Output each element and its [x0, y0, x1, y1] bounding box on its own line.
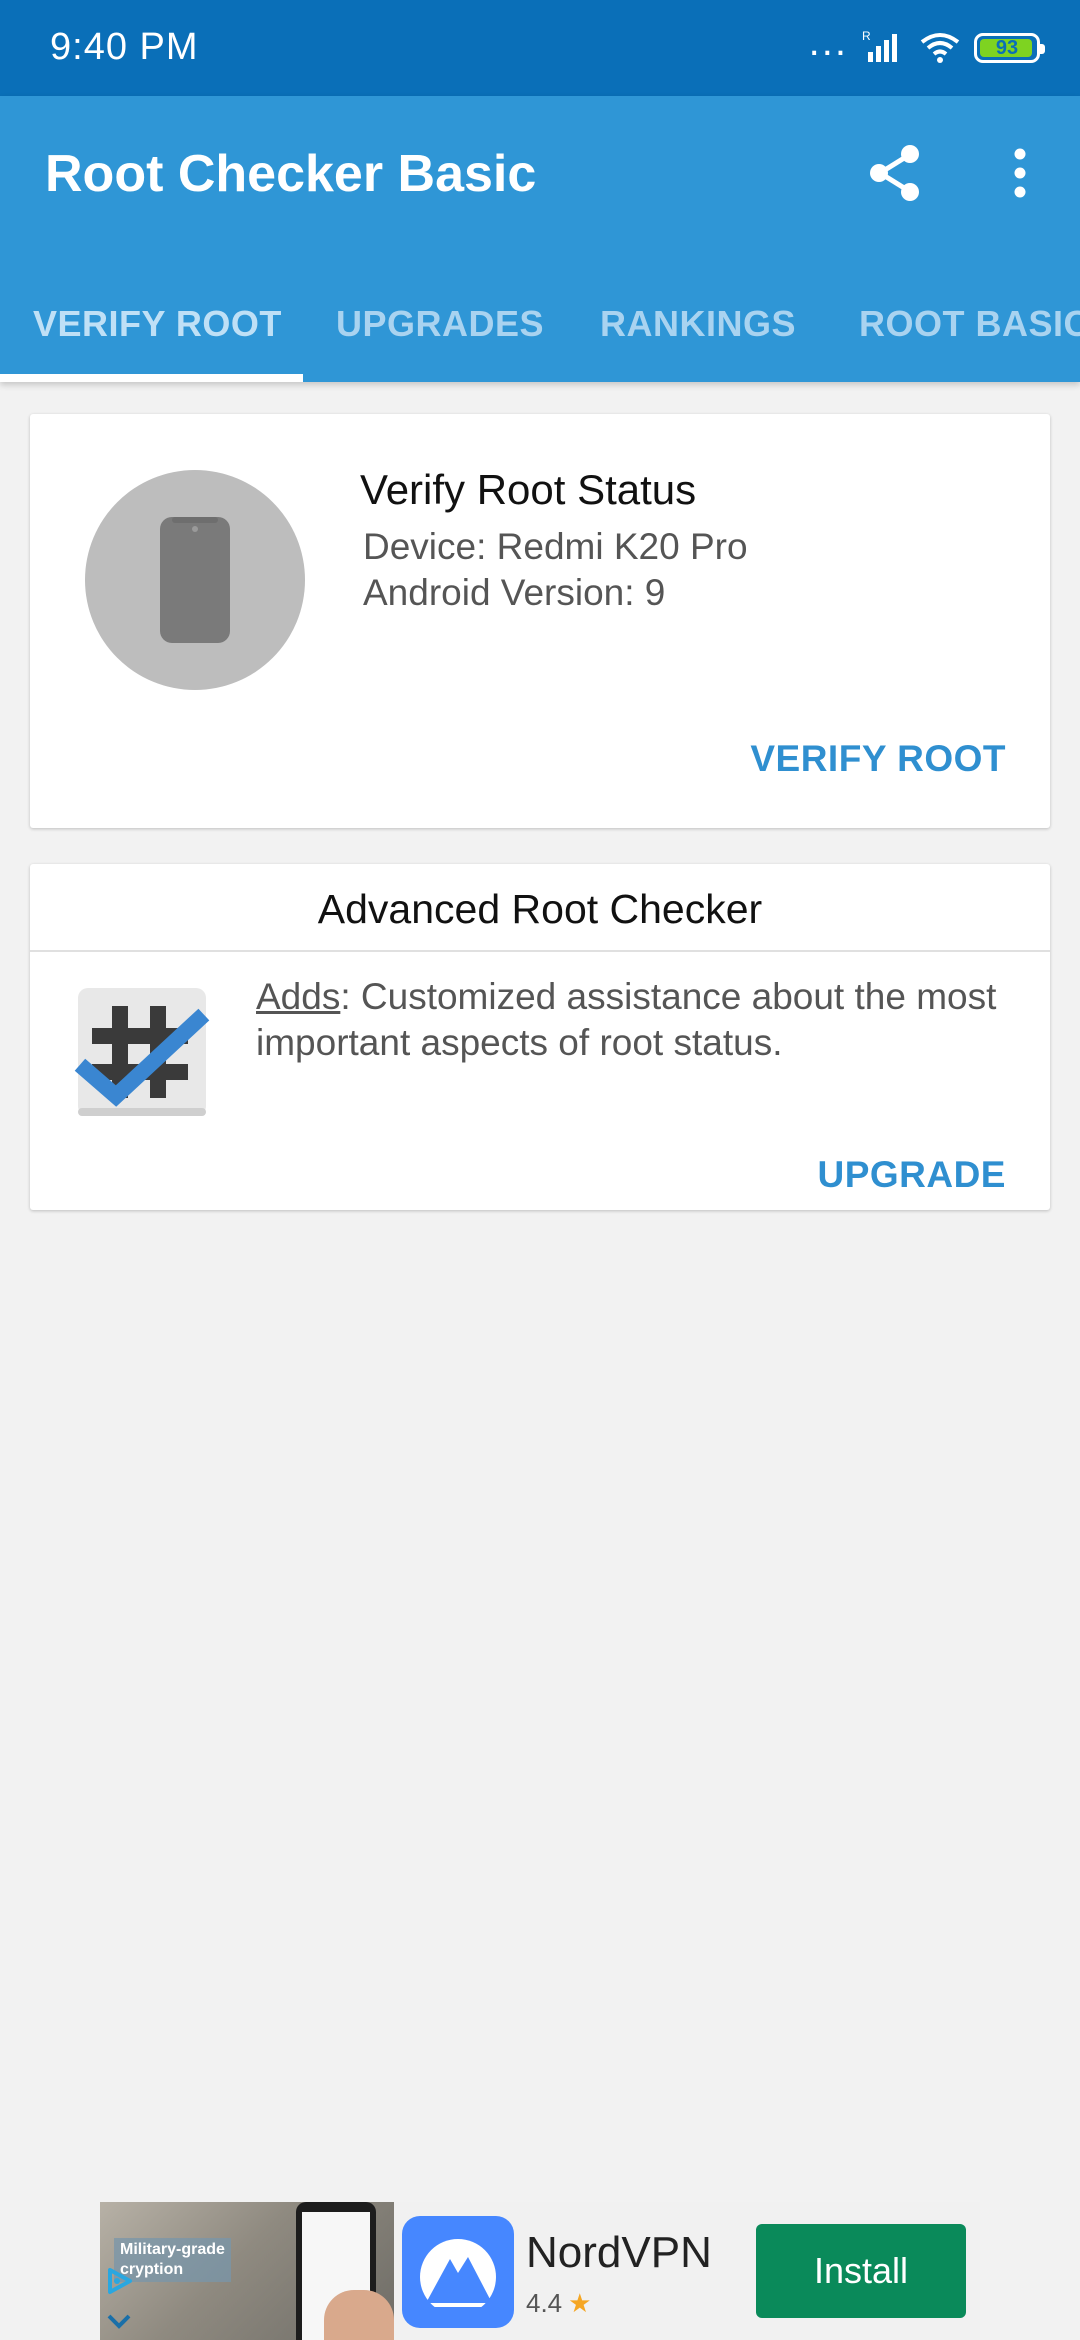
root-checker-app-icon: [74, 988, 210, 1116]
active-tab-indicator: [0, 374, 303, 382]
adds-label: Adds: [256, 976, 341, 1017]
battery-icon: 93: [974, 33, 1045, 63]
more-vert-icon: [1014, 148, 1026, 198]
android-version: Android Version: 9: [363, 572, 666, 613]
status-icons: ... R 93: [808, 20, 1045, 68]
ad-hand-graphic: [324, 2290, 394, 2340]
star-icon: ★: [568, 2288, 592, 2318]
tab-verify-root[interactable]: VERIFY ROOT: [33, 276, 282, 382]
tab-bar: VERIFY ROOT UPGRADES RANKINGS ROOT BASIC…: [0, 276, 1080, 382]
ad-rating: 4.4 ★: [526, 2288, 591, 2319]
adds-text: : Customized assistance about the most i…: [256, 976, 997, 1063]
mountain-icon: [420, 2239, 496, 2307]
nordvpn-logo[interactable]: [402, 2216, 514, 2328]
install-button[interactable]: Install: [756, 2224, 966, 2318]
ad-rating-value: 4.4: [526, 2288, 563, 2318]
wifi-icon: [920, 33, 960, 63]
ad-overlay-line1: Military-grade: [120, 2241, 225, 2258]
status-time: 9:40 PM: [50, 26, 199, 68]
ad-app-name: NordVPN: [526, 2228, 712, 2277]
share-icon: [870, 145, 919, 201]
ad-choices-icon[interactable]: [102, 2264, 136, 2298]
chevron-down-icon[interactable]: [104, 2306, 134, 2336]
screen: 9:40 PM ... R 93 Root Checker Basic VERI…: [0, 0, 1080, 2340]
upgrade-button[interactable]: UPGRADE: [817, 1154, 1006, 1196]
adds-description: Adds: Customized assistance about the mo…: [256, 974, 1016, 1066]
status-bar: 9:40 PM ... R 93: [0, 0, 1080, 96]
device-name: Device: Redmi K20 Pro: [363, 526, 748, 567]
app-title: Root Checker Basic: [45, 145, 537, 203]
phone-icon: [160, 517, 230, 643]
advanced-card-title: Advanced Root Checker: [30, 864, 1050, 952]
share-button[interactable]: [860, 138, 930, 208]
signal-icon: R: [862, 30, 897, 62]
notification-dots-icon: ...: [808, 20, 848, 64]
advanced-root-checker-card: Advanced Root Checker Adds: Customized a…: [30, 864, 1050, 1210]
more-options-button[interactable]: [990, 138, 1050, 208]
tab-upgrades[interactable]: UPGRADES: [336, 276, 544, 382]
verify-root-title: Verify Root Status: [360, 466, 697, 513]
app-bar: Root Checker Basic VERIFY ROOT UPGRADES …: [0, 96, 1080, 382]
verify-root-button[interactable]: VERIFY ROOT: [750, 738, 1006, 780]
battery-level: 93: [995, 36, 1019, 59]
tab-rankings[interactable]: RANKINGS: [600, 276, 796, 382]
verify-root-card: Verify Root Status Device: Redmi K20 Pro…: [30, 414, 1050, 828]
device-avatar: [85, 470, 305, 690]
ad-image[interactable]: Military-grade cryption: [100, 2202, 394, 2340]
svg-text:R: R: [862, 30, 871, 43]
ad-banner[interactable]: Military-grade cryption NordVPN 4.4 ★ Ins…: [100, 2202, 980, 2340]
tab-root-basics[interactable]: ROOT BASICS: [859, 276, 1080, 382]
